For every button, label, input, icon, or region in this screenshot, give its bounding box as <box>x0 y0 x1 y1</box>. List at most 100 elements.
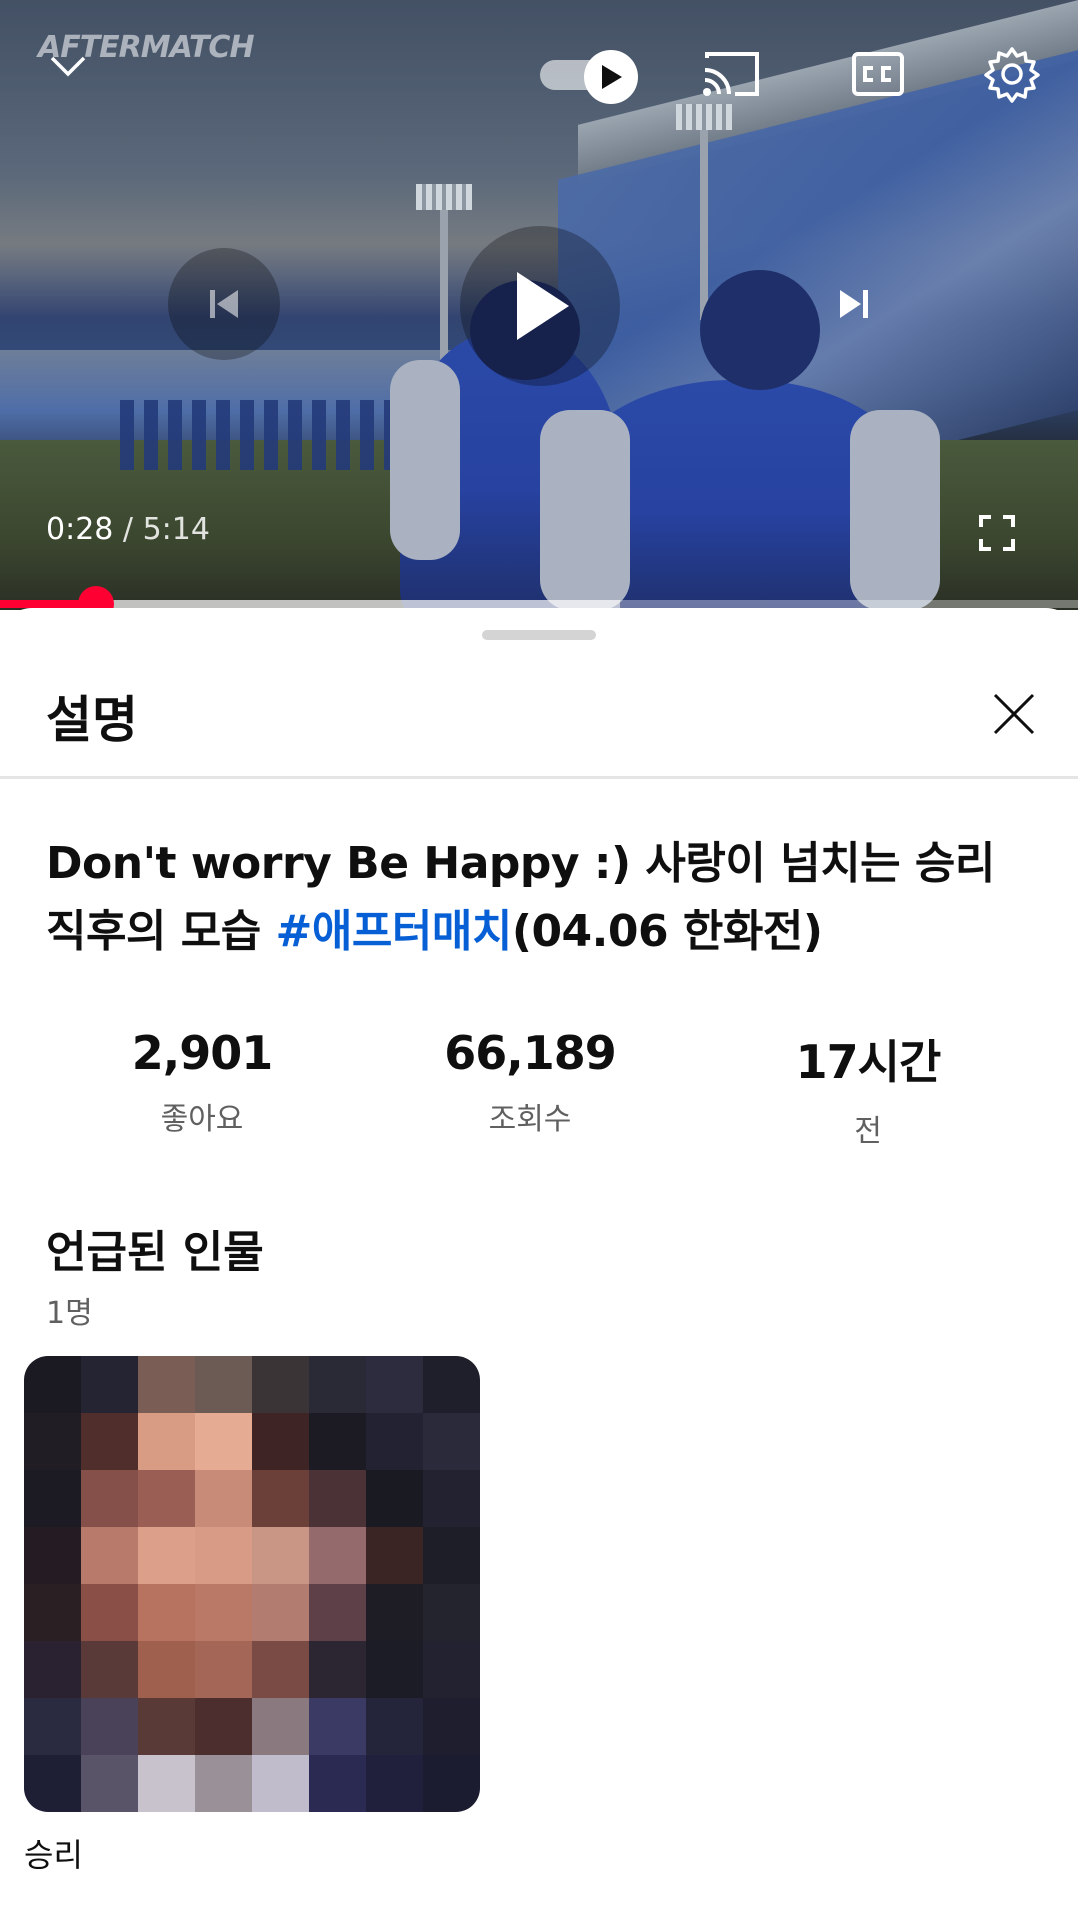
video-title-text-end: (04.06 한화전) <box>511 906 823 957</box>
views-count: 66,189 <box>444 1026 617 1080</box>
avatar-pixel <box>309 1356 366 1413</box>
captions-icon[interactable] <box>850 50 906 98</box>
avatar-pixel <box>309 1698 366 1755</box>
avatar-pixel <box>81 1641 138 1698</box>
avatar-pixel <box>252 1413 309 1470</box>
avatar-pixel <box>195 1755 252 1812</box>
avatar-pixel <box>366 1527 423 1584</box>
autoplay-toggle[interactable] <box>540 50 640 104</box>
cast-icon[interactable] <box>700 46 762 100</box>
avatar-pixel <box>138 1356 195 1413</box>
avatar-pixel <box>252 1470 309 1527</box>
avatar-pixel <box>138 1698 195 1755</box>
upload-age-stat: 17시간 전 <box>738 1026 998 1150</box>
avatar-pixel <box>138 1470 195 1527</box>
avatar-pixel <box>423 1356 480 1413</box>
avatar-pixel <box>366 1641 423 1698</box>
sheet-title: 설명 <box>46 691 138 749</box>
mentioned-people-count: 1명 <box>46 1296 93 1331</box>
video-title: Don't worry Be Happy :) 사랑이 넘치는 승리 직후의 모… <box>46 830 1046 966</box>
close-icon[interactable] <box>984 684 1044 744</box>
avatar-pixel <box>252 1527 309 1584</box>
avatar-pixel <box>195 1641 252 1698</box>
avatar-pixel <box>366 1584 423 1641</box>
avatar-pixel <box>423 1755 480 1812</box>
avatar-pixel <box>252 1698 309 1755</box>
avatar-pixel <box>24 1470 81 1527</box>
avatar-pixel <box>24 1356 81 1413</box>
avatar-pixel <box>81 1755 138 1812</box>
avatar-pixel <box>24 1698 81 1755</box>
upload-age-value: 17시간 <box>795 1035 942 1089</box>
video-player[interactable]: AFTERMATCH 0:28 / 5:14 <box>0 0 1078 610</box>
avatar-pixel <box>423 1413 480 1470</box>
avatar-pixel <box>24 1584 81 1641</box>
avatar-pixel <box>24 1527 81 1584</box>
avatar-pixel <box>195 1527 252 1584</box>
avatar-pixel <box>252 1755 309 1812</box>
time-separator: / <box>113 512 143 547</box>
avatar-pixel <box>252 1356 309 1413</box>
chevron-down-icon[interactable] <box>40 44 96 88</box>
avatar-pixel <box>423 1698 480 1755</box>
likes-count: 2,901 <box>131 1026 274 1080</box>
avatar-pixel <box>309 1641 366 1698</box>
avatar-pixel <box>138 1413 195 1470</box>
avatar-pixel <box>366 1755 423 1812</box>
fullscreen-icon[interactable] <box>974 510 1020 556</box>
avatar-pixel <box>81 1470 138 1527</box>
avatar-pixel <box>138 1641 195 1698</box>
avatar-pixel <box>309 1527 366 1584</box>
duration: 5:14 <box>142 512 210 547</box>
avatar-pixel <box>195 1698 252 1755</box>
mentioned-people-title: 언급된 인물 <box>46 1227 264 1278</box>
avatar-pixel <box>309 1470 366 1527</box>
avatar-pixel <box>24 1413 81 1470</box>
avatar-pixel <box>423 1527 480 1584</box>
gear-icon[interactable] <box>982 44 1042 104</box>
avatar-pixel <box>138 1584 195 1641</box>
avatar-pixel <box>81 1527 138 1584</box>
next-icon[interactable] <box>826 280 882 328</box>
description-sheet: 설명 Don't worry Be Happy :) 사랑이 넘치는 승리 직후… <box>0 608 1078 1906</box>
mentioned-person-card[interactable] <box>24 1356 480 1812</box>
avatar-pixel <box>138 1527 195 1584</box>
autoplay-toggle-icon <box>584 50 638 104</box>
avatar-pixel <box>309 1755 366 1812</box>
avatar-pixel <box>81 1356 138 1413</box>
avatar-pixel <box>138 1755 195 1812</box>
avatar-pixel <box>81 1413 138 1470</box>
avatar-pixel <box>24 1755 81 1812</box>
views-label: 조회수 <box>488 1102 572 1137</box>
sheet-drag-handle[interactable] <box>482 630 596 640</box>
avatar-pixel <box>366 1470 423 1527</box>
video-time: 0:28 / 5:14 <box>46 512 210 547</box>
avatar-pixel <box>195 1356 252 1413</box>
avatar-pixel <box>309 1413 366 1470</box>
avatar-pixel <box>252 1641 309 1698</box>
avatar-pixel <box>309 1584 366 1641</box>
avatar-pixel <box>252 1584 309 1641</box>
previous-icon[interactable] <box>168 248 280 360</box>
likes-label: 좋아요 <box>160 1102 244 1137</box>
avatar-pixel <box>195 1413 252 1470</box>
avatar-pixel <box>195 1584 252 1641</box>
avatar-pixel <box>423 1470 480 1527</box>
play-icon[interactable] <box>460 226 620 386</box>
avatar-pixel <box>423 1584 480 1641</box>
avatar-pixel <box>366 1356 423 1413</box>
divider <box>0 776 1078 779</box>
avatar <box>24 1356 480 1812</box>
seek-bar[interactable] <box>0 586 1078 610</box>
hashtag-link[interactable]: #애프터매치 <box>276 906 513 957</box>
views-stat: 66,189 조회수 <box>400 1026 660 1138</box>
avatar-pixel <box>366 1413 423 1470</box>
likes-stat: 2,901 좋아요 <box>72 1026 332 1138</box>
mentioned-person-name[interactable]: 승리 <box>24 1830 83 1876</box>
avatar-pixel <box>24 1641 81 1698</box>
avatar-pixel <box>366 1698 423 1755</box>
avatar-pixel <box>423 1641 480 1698</box>
avatar-pixel <box>195 1470 252 1527</box>
video-stats: 2,901 좋아요 66,189 조회수 17시간 전 <box>0 1026 1078 1149</box>
player-controls-overlay: AFTERMATCH 0:28 / 5:14 <box>0 0 1078 610</box>
